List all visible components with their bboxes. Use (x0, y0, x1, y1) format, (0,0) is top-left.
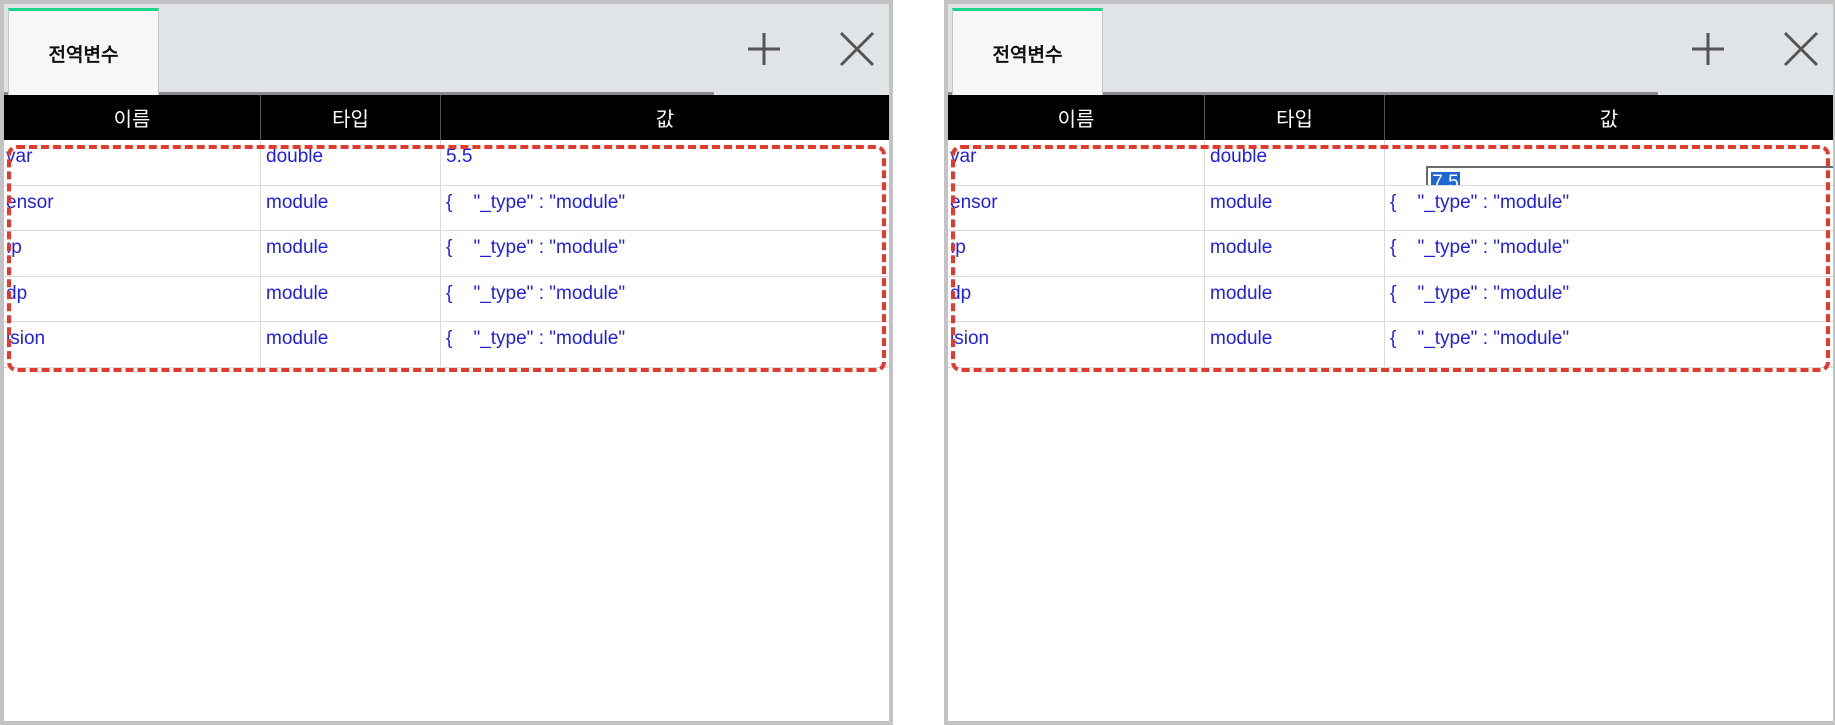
cell-value[interactable]: 7.5 (1385, 140, 1833, 185)
close-icon (1783, 31, 1819, 67)
cell-value[interactable]: { "_type" : "module" (1385, 231, 1833, 276)
cell-type[interactable]: module (261, 276, 441, 321)
cell-value[interactable]: { "_type" : "module" (1385, 186, 1833, 231)
table-row[interactable]: var double 7.5 (948, 140, 1833, 186)
cell-name[interactable]: var (4, 140, 261, 185)
plus-icon (1692, 33, 1724, 65)
cell-name[interactable]: :p (948, 231, 1205, 276)
column-header-name[interactable]: 이름 (4, 95, 261, 140)
tab-global-variables[interactable]: 전역변수 (952, 8, 1103, 95)
cell-type[interactable]: double (261, 140, 441, 185)
table-row[interactable]: var double 5.5 (4, 140, 889, 186)
value-edit-field[interactable]: 7.5 (1426, 166, 1833, 185)
table-row[interactable]: ensor module { "_type" : "module" (4, 185, 889, 231)
tab-bar: 전역변수 (4, 4, 889, 95)
cell-value[interactable]: { "_type" : "module" (1385, 322, 1833, 367)
column-header-type[interactable]: 타입 (1205, 95, 1385, 140)
cell-value[interactable]: { "_type" : "module" (441, 231, 889, 276)
cell-name[interactable]: dp (948, 276, 1205, 321)
cell-type[interactable]: module (1205, 322, 1385, 367)
column-header-name[interactable]: 이름 (948, 95, 1205, 140)
tab-global-variables[interactable]: 전역변수 (8, 8, 159, 95)
cell-type[interactable]: module (261, 322, 441, 367)
cell-name[interactable]: ision (4, 322, 261, 367)
table-header: 이름 타입 값 (4, 95, 889, 140)
cell-value[interactable]: { "_type" : "module" (441, 277, 889, 322)
variables-table: 이름 타입 값 var double 7.5 ensor module { "_… (948, 95, 1833, 368)
table-row[interactable]: dp module { "_type" : "module" (4, 276, 889, 322)
cell-type[interactable]: module (1205, 231, 1385, 276)
variables-table: 이름 타입 값 var double 5.5 ensor module { "_… (4, 95, 889, 368)
close-icon (839, 31, 875, 67)
cell-value[interactable]: { "_type" : "module" (441, 186, 889, 231)
cell-type[interactable]: module (261, 185, 441, 230)
add-button[interactable] (739, 24, 789, 74)
plus-icon (748, 33, 780, 65)
table-row[interactable]: ision module { "_type" : "module" (948, 322, 1833, 368)
table-header: 이름 타입 값 (948, 95, 1833, 140)
column-header-value[interactable]: 값 (1385, 95, 1833, 140)
cell-name[interactable]: :p (4, 231, 261, 276)
cell-type[interactable]: module (1205, 185, 1385, 230)
column-header-type[interactable]: 타입 (261, 95, 441, 140)
table-row[interactable]: ision module { "_type" : "module" (4, 322, 889, 368)
close-button[interactable] (1776, 24, 1826, 74)
cell-name[interactable]: ensor (948, 185, 1205, 230)
cell-name[interactable]: ision (948, 322, 1205, 367)
table-row[interactable]: :p module { "_type" : "module" (948, 231, 1833, 277)
cell-value[interactable]: { "_type" : "module" (441, 322, 889, 367)
add-button[interactable] (1683, 24, 1733, 74)
tab-bar: 전역변수 (948, 4, 1833, 95)
variables-panel-right: 전역변수 이름 타입 값 var double 7.5 ensor module… (944, 0, 1835, 725)
cell-type[interactable]: double (1205, 140, 1385, 185)
column-header-value[interactable]: 값 (441, 95, 889, 140)
cell-type[interactable]: module (261, 231, 441, 276)
cell-type[interactable]: module (1205, 276, 1385, 321)
close-button[interactable] (832, 24, 882, 74)
variables-panel-left: 전역변수 이름 타입 값 var double 5.5 ensor module… (0, 0, 893, 725)
table-row[interactable]: :p module { "_type" : "module" (4, 231, 889, 277)
cell-value[interactable]: 5.5 (441, 140, 889, 185)
cell-value[interactable]: { "_type" : "module" (1385, 277, 1833, 322)
cell-name[interactable]: dp (4, 276, 261, 321)
cell-name[interactable]: ensor (4, 185, 261, 230)
table-row[interactable]: dp module { "_type" : "module" (948, 276, 1833, 322)
selected-value-text[interactable]: 7.5 (1431, 172, 1460, 185)
cell-name[interactable]: var (948, 140, 1205, 185)
table-row[interactable]: ensor module { "_type" : "module" (948, 185, 1833, 231)
